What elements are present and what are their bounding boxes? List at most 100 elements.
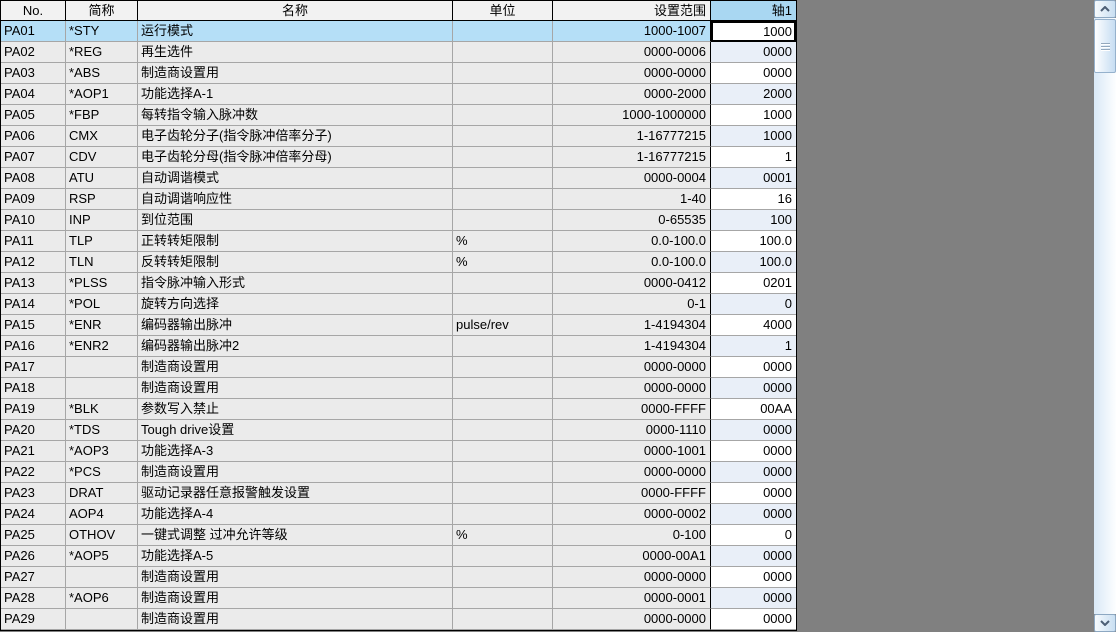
- cell-name: 编码器输出脉冲2: [138, 336, 453, 357]
- cell-axis1[interactable]: 0000: [711, 357, 796, 378]
- cell-no: PA05: [1, 105, 66, 126]
- cell-axis1[interactable]: 0000: [711, 462, 796, 483]
- cell-range: 0000-0000: [553, 63, 711, 84]
- cell-name: 一键式调整 过冲允许等级: [138, 525, 453, 546]
- table-row[interactable]: PA13*PLSS指令脉冲输入形式0000-04120201: [1, 273, 796, 294]
- cell-unit: [453, 63, 553, 84]
- cell-unit: [453, 567, 553, 588]
- table-row[interactable]: PA15*ENR编码器输出脉冲pulse/rev1-41943044000: [1, 315, 796, 336]
- table-row[interactable]: PA24AOP4功能选择A-40000-00020000: [1, 504, 796, 525]
- cell-axis1[interactable]: 0000: [711, 483, 796, 504]
- cell-abbr: RSP: [66, 189, 138, 210]
- scroll-down-button[interactable]: [1094, 614, 1116, 632]
- cell-axis1[interactable]: 0000: [711, 42, 796, 63]
- scroll-up-button[interactable]: [1094, 0, 1116, 18]
- cell-abbr: *ENR: [66, 315, 138, 336]
- table-row[interactable]: PA19*BLK参数写入禁止0000-FFFF00AA: [1, 399, 796, 420]
- cell-range: 0000-0004: [553, 168, 711, 189]
- cell-abbr: *AOP5: [66, 546, 138, 567]
- cell-abbr: *PLSS: [66, 273, 138, 294]
- cell-axis1[interactable]: 1000: [711, 21, 796, 42]
- cell-name: 正转转矩限制: [138, 231, 453, 252]
- thumb-grip: [1101, 49, 1110, 50]
- table-row[interactable]: PA02*REG再生选件0000-00060000: [1, 42, 796, 63]
- table-row[interactable]: PA17制造商设置用0000-00000000: [1, 357, 796, 378]
- cell-axis1[interactable]: 0000: [711, 504, 796, 525]
- cell-axis1[interactable]: 0201: [711, 273, 796, 294]
- table-row[interactable]: PA04*AOP1功能选择A-10000-20002000: [1, 84, 796, 105]
- cell-unit: [453, 42, 553, 63]
- cell-axis1[interactable]: 0000: [711, 567, 796, 588]
- parameter-table: No.简称名称单位设置范围轴1 PA01*STY运行模式1000-1007100…: [0, 0, 797, 631]
- cell-axis1[interactable]: 0000: [711, 378, 796, 399]
- cell-axis1[interactable]: 0000: [711, 588, 796, 609]
- cell-axis1[interactable]: 1000: [711, 126, 796, 147]
- table-row[interactable]: PA25OTHOV一键式调整 过冲允许等级%0-1000: [1, 525, 796, 546]
- cell-axis1[interactable]: 0: [711, 525, 796, 546]
- cell-name: 驱动记录器任意报警触发设置: [138, 483, 453, 504]
- cell-name: 反转转矩限制: [138, 252, 453, 273]
- cell-axis1[interactable]: 2000: [711, 84, 796, 105]
- cell-unit: [453, 462, 553, 483]
- cell-no: PA14: [1, 294, 66, 315]
- table-row[interactable]: PA23DRAT驱动记录器任意报警触发设置0000-FFFF0000: [1, 483, 796, 504]
- table-row[interactable]: PA10INP到位范围0-65535100: [1, 210, 796, 231]
- table-row[interactable]: PA21*AOP3功能选择A-30000-10010000: [1, 441, 796, 462]
- table-row[interactable]: PA06CMX电子齿轮分子(指令脉冲倍率分子)1-167772151000: [1, 126, 796, 147]
- cell-range: 0000-0000: [553, 609, 711, 630]
- cell-unit: %: [453, 525, 553, 546]
- cell-unit: [453, 483, 553, 504]
- table-row[interactable]: PA20*TDSTough drive设置0000-11100000: [1, 420, 796, 441]
- table-row[interactable]: PA29制造商设置用0000-00000000: [1, 609, 796, 630]
- cell-axis1[interactable]: 0000: [711, 546, 796, 567]
- table-row[interactable]: PA07CDV电子齿轮分母(指令脉冲倍率分母)1-167772151: [1, 147, 796, 168]
- table-row[interactable]: PA01*STY运行模式1000-10071000: [1, 21, 796, 42]
- cell-abbr: TLP: [66, 231, 138, 252]
- vertical-scrollbar[interactable]: [1094, 0, 1116, 632]
- cell-no: PA15: [1, 315, 66, 336]
- cell-no: PA10: [1, 210, 66, 231]
- cell-no: PA29: [1, 609, 66, 630]
- cell-axis1[interactable]: 100: [711, 210, 796, 231]
- table-row[interactable]: PA16*ENR2编码器输出脉冲21-41943041: [1, 336, 796, 357]
- table-row[interactable]: PA27制造商设置用0000-00000000: [1, 567, 796, 588]
- cell-unit: [453, 588, 553, 609]
- cell-axis1[interactable]: 1: [711, 336, 796, 357]
- cell-name: 电子齿轮分母(指令脉冲倍率分母): [138, 147, 453, 168]
- cell-range: 1-16777215: [553, 147, 711, 168]
- cell-axis1[interactable]: 100.0: [711, 252, 796, 273]
- cell-range: 1-4194304: [553, 315, 711, 336]
- cell-name: 运行模式: [138, 21, 453, 42]
- cell-axis1[interactable]: 100.0: [711, 231, 796, 252]
- table-row[interactable]: PA03*ABS制造商设置用0000-00000000: [1, 63, 796, 84]
- cell-axis1[interactable]: 1: [711, 147, 796, 168]
- cell-axis1[interactable]: 1000: [711, 105, 796, 126]
- cell-axis1[interactable]: 0000: [711, 441, 796, 462]
- table-row[interactable]: PA11TLP正转转矩限制%0.0-100.0100.0: [1, 231, 796, 252]
- cell-no: PA06: [1, 126, 66, 147]
- table-row[interactable]: PA28*AOP6制造商设置用0000-00010000: [1, 588, 796, 609]
- cell-axis1[interactable]: 4000: [711, 315, 796, 336]
- scrollbar-thumb[interactable]: [1094, 19, 1116, 73]
- scrollbar-track[interactable]: [1094, 18, 1116, 614]
- column-header-abbr: 简称: [66, 1, 138, 21]
- cell-axis1[interactable]: 16: [711, 189, 796, 210]
- table-row[interactable]: PA08ATU自动调谐模式0000-00040001: [1, 168, 796, 189]
- cell-axis1[interactable]: 00AA: [711, 399, 796, 420]
- table-row[interactable]: PA26*AOP5功能选择A-50000-00A10000: [1, 546, 796, 567]
- column-header-name: 名称: [138, 1, 453, 21]
- table-row[interactable]: PA09RSP自动调谐响应性1-4016: [1, 189, 796, 210]
- table-row[interactable]: PA18制造商设置用0000-00000000: [1, 378, 796, 399]
- cell-name: 功能选择A-1: [138, 84, 453, 105]
- table-row[interactable]: PA12TLN反转转矩限制%0.0-100.0100.0: [1, 252, 796, 273]
- cell-axis1[interactable]: 0: [711, 294, 796, 315]
- cell-axis1[interactable]: 0000: [711, 63, 796, 84]
- table-row[interactable]: PA22*PCS制造商设置用0000-00000000: [1, 462, 796, 483]
- cell-range: 0000-2000: [553, 84, 711, 105]
- cell-unit: [453, 21, 553, 42]
- cell-axis1[interactable]: 0001: [711, 168, 796, 189]
- cell-axis1[interactable]: 0000: [711, 420, 796, 441]
- cell-axis1[interactable]: 0000: [711, 609, 796, 630]
- table-row[interactable]: PA14*POL旋转方向选择0-10: [1, 294, 796, 315]
- table-row[interactable]: PA05*FBP每转指令输入脉冲数1000-10000001000: [1, 105, 796, 126]
